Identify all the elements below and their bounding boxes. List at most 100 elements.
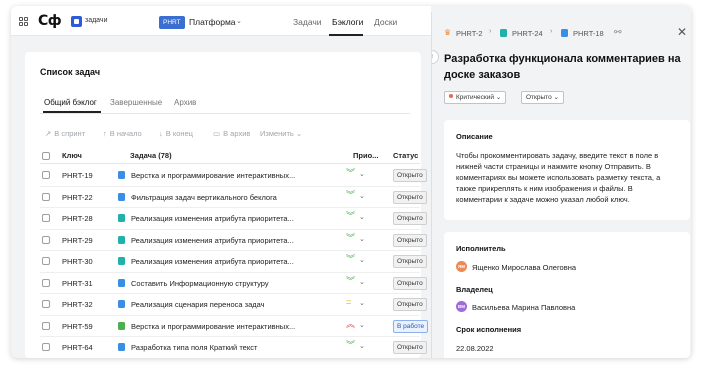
owner-name[interactable]: Васильева Марина Павловна: [472, 303, 575, 312]
status-badge[interactable]: Открыто: [393, 190, 427, 204]
assignee-name[interactable]: Ященко Мирослава Олеговна: [472, 263, 576, 272]
row-checkbox[interactable]: [42, 214, 50, 222]
task-key[interactable]: PHRT-28: [62, 214, 93, 223]
tab-backlogs[interactable]: Бэклоги: [332, 17, 363, 27]
task-title[interactable]: Верстка и программирование интерактивных…: [131, 322, 336, 331]
table-row[interactable]: PHRT-31 Составить Информационную структур…: [40, 273, 427, 294]
table-row[interactable]: PHRT-28 Реализация изменения атрибута при…: [40, 208, 427, 230]
task-title[interactable]: Верстка и программирование интерактивных…: [131, 171, 336, 180]
row-checkbox[interactable]: [42, 192, 50, 201]
page-title: Список задач: [40, 67, 101, 77]
priority-low-icon: ︾: [346, 340, 356, 350]
arrow-up-icon: ↑: [103, 129, 107, 138]
task-title[interactable]: Реализация изменения атрибута приоритета…: [131, 236, 336, 245]
task-key[interactable]: PHRT-31: [62, 279, 93, 288]
subtab-archive[interactable]: Архив: [174, 98, 196, 107]
task-key[interactable]: PHRT-22: [62, 193, 93, 202]
chevron-left-icon[interactable]: ‹: [432, 50, 439, 64]
table-row[interactable]: PHRT-19 Верстка и программирование интера…: [40, 165, 427, 187]
row-checkbox[interactable]: [42, 300, 50, 308]
chevron-down-icon: ⌄: [295, 129, 303, 138]
chevron-down-icon[interactable]: ⌄: [359, 342, 365, 350]
task-key[interactable]: PHRT-32: [62, 300, 93, 309]
table-row[interactable]: PHRT-30 Реализация изменения атрибута при…: [40, 251, 427, 273]
table-row[interactable]: PHRT-64 Разработка типа поля Краткий текс…: [40, 337, 427, 358]
to-archive-button[interactable]: ▭ В архив: [213, 129, 250, 138]
table-row[interactable]: PHRT-22 Фильтрация задач вертикального бе…: [40, 187, 427, 208]
column-status[interactable]: Статус: [393, 151, 418, 160]
status-badge[interactable]: Открыто: [393, 341, 427, 354]
status-badge[interactable]: В работе: [393, 319, 429, 333]
due-date-value[interactable]: 22.08.2022: [456, 344, 494, 353]
task-key[interactable]: PHRT-59: [62, 322, 93, 331]
priority-low-icon: ︾: [346, 232, 356, 243]
column-priority[interactable]: Прио...: [353, 151, 378, 160]
chevron-down-icon[interactable]: ⌄: [359, 278, 365, 286]
task-title[interactable]: Реализация изменения атрибута приоритета…: [131, 257, 336, 266]
row-checkbox[interactable]: [42, 235, 50, 244]
task-title[interactable]: Разработка типа поля Краткий текст: [131, 343, 336, 352]
status-badge[interactable]: Открыто: [393, 298, 427, 311]
tab-tasks[interactable]: Задачи: [293, 17, 322, 27]
chevron-down-icon[interactable]: ⌄: [236, 17, 242, 25]
chevron-down-icon[interactable]: ⌄: [359, 256, 365, 264]
status-badge[interactable]: Открыто: [393, 169, 427, 182]
row-checkbox[interactable]: [42, 257, 50, 265]
task-title[interactable]: Реализация сценария переноса задач: [131, 300, 336, 309]
task-key[interactable]: PHRT-29: [62, 236, 93, 245]
task-type-icon: [118, 192, 125, 201]
description-text[interactable]: Чтобы прокомментировать задачу, введите …: [456, 150, 678, 205]
column-task[interactable]: Задача (78): [130, 151, 172, 160]
close-icon[interactable]: ✕: [677, 25, 687, 39]
to-sprint-button[interactable]: ↗ В спринт: [45, 129, 85, 138]
status-badge[interactable]: Открыто: [393, 255, 427, 268]
breadcrumb-item-3[interactable]: PHRT-18: [573, 29, 604, 38]
row-checkbox[interactable]: [42, 171, 50, 179]
table-row[interactable]: PHRT-29 Реализация изменения атрибута при…: [40, 230, 427, 251]
task-key[interactable]: PHRT-64: [62, 343, 93, 352]
app-label: задачи: [85, 17, 108, 24]
chevron-down-icon[interactable]: ⌄: [359, 299, 365, 307]
logo[interactable]: Сф: [38, 13, 62, 29]
subtab-general-backlog[interactable]: Общий бэклог: [44, 98, 97, 107]
task-key[interactable]: PHRT-30: [62, 257, 93, 266]
status-badge[interactable]: Открыто: [393, 212, 427, 225]
status-select[interactable]: Открыто ⌄: [521, 91, 564, 104]
table-row[interactable]: PHRT-32 Реализация сценария переноса зада…: [40, 294, 427, 316]
chevron-down-icon[interactable]: ⌄: [359, 192, 365, 200]
select-all-checkbox[interactable]: [42, 152, 50, 160]
status-badge[interactable]: Открыто: [393, 276, 427, 290]
row-checkbox[interactable]: [42, 321, 50, 330]
breadcrumb-item-1[interactable]: PHRT-2: [456, 29, 483, 38]
task-key[interactable]: PHRT-19: [62, 171, 93, 180]
project-selector[interactable]: Платформа: [189, 17, 236, 27]
chevron-down-icon[interactable]: ⌄: [359, 170, 365, 178]
priority-select[interactable]: Критический ⌄: [444, 91, 507, 104]
tab-boards[interactable]: Доски: [374, 17, 397, 27]
description-card: Описание Чтобы прокомментировать задачу,…: [444, 120, 690, 220]
table-header: Ключ Задача (78) Прио... Статус: [40, 148, 420, 164]
row-checkbox[interactable]: [42, 278, 50, 287]
row-checkbox[interactable]: [42, 343, 50, 351]
table-row[interactable]: PHRT-59 Верстка и программирование интера…: [40, 316, 429, 337]
task-title[interactable]: Фильтрация задач вертикального беклога: [131, 193, 336, 202]
link-icon[interactable]: ⚯: [614, 27, 622, 38]
to-bottom-button[interactable]: ↓ В конец: [159, 129, 193, 138]
status-badge[interactable]: Открыто: [393, 233, 427, 247]
column-key[interactable]: Ключ: [62, 151, 82, 160]
to-top-button[interactable]: ↑ В начало: [103, 129, 142, 138]
story-type-icon: [118, 235, 125, 244]
subtab-completed[interactable]: Завершенные: [110, 98, 162, 107]
tasks-app-icon: [71, 16, 82, 27]
chevron-down-icon[interactable]: ⌄: [359, 213, 365, 221]
chevron-down-icon[interactable]: ⌄: [359, 235, 365, 243]
priority-low-icon: ︾: [346, 254, 356, 264]
apps-grid-icon[interactable]: [19, 17, 28, 26]
task-title[interactable]: Реализация изменения атрибута приоритета…: [131, 214, 336, 223]
priority-low-icon: ︾: [346, 211, 356, 221]
story-type-icon: [118, 214, 125, 222]
breadcrumb-item-2[interactable]: PHRT-24: [512, 29, 543, 38]
chevron-down-icon[interactable]: ⌄: [359, 321, 365, 329]
task-title[interactable]: Составить Информационную структуру: [131, 279, 336, 288]
edit-dropdown-button[interactable]: Изменить ⌄: [260, 129, 302, 138]
